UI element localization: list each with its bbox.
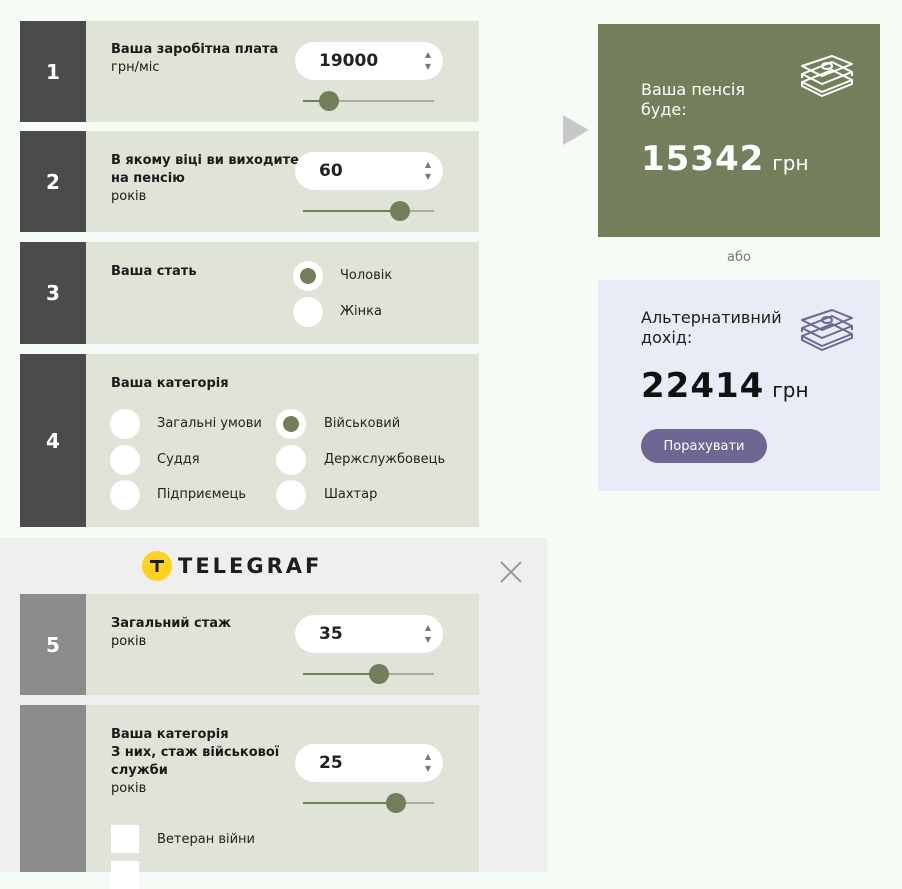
alternative-amount: 22414 грн <box>641 366 809 406</box>
stepper-up-icon[interactable]: ▲ <box>425 751 431 763</box>
military-service-input[interactable]: 25 ▲ ▼ <box>295 744 443 782</box>
gender-female-label[interactable]: Жінка <box>340 303 382 321</box>
category-entrepreneur-label[interactable]: Підприємець <box>157 486 246 504</box>
category-entrepreneur-radio[interactable] <box>110 480 140 510</box>
checkbox-partial[interactable] <box>111 861 139 889</box>
slider-thumb[interactable] <box>386 793 406 813</box>
category-general-radio[interactable] <box>110 409 140 439</box>
retirement-age-stepper[interactable]: ▲ ▼ <box>425 159 431 183</box>
military-label-line3: служби <box>111 763 168 778</box>
salary-label: Ваша заробітна плата <box>111 42 279 57</box>
slider-fill <box>303 802 396 804</box>
calculate-button[interactable]: Порахувати <box>641 429 767 463</box>
pension-label-line2: буде: <box>641 100 687 119</box>
slider-fill <box>303 673 379 675</box>
pension-result-card: Ваша пенсія буде: 15342 грн <box>598 24 880 237</box>
step-number: 2 <box>20 131 86 232</box>
military-service-slider[interactable] <box>303 793 434 813</box>
telegraf-logo-icon <box>142 551 172 581</box>
military-unit-label: років <box>111 781 147 796</box>
experience-stepper[interactable]: ▲ ▼ <box>425 622 431 646</box>
retirement-age-value: 60 <box>319 161 343 181</box>
arrow-right-icon <box>563 115 589 145</box>
step-category-card: 4 Ваша категорія Загальні умови Військов… <box>20 354 479 527</box>
stepper-down-icon[interactable]: ▼ <box>425 763 431 775</box>
category-civil-servant-radio[interactable] <box>276 445 306 475</box>
pension-label-line1: Ваша пенсія <box>641 80 745 99</box>
alternative-label-line2: дохід: <box>641 328 693 347</box>
alternative-value: 22414 <box>641 366 765 406</box>
alternative-label-line1: Альтернативний <box>641 308 782 327</box>
experience-value: 35 <box>319 624 343 644</box>
gender-male-radio[interactable] <box>293 261 323 291</box>
slider-thumb[interactable] <box>319 91 340 111</box>
category-judge-label[interactable]: Суддя <box>157 451 200 469</box>
military-service-stepper[interactable]: ▲ ▼ <box>425 751 431 775</box>
gender-female-radio[interactable] <box>293 297 323 327</box>
category-civil-servant-label[interactable]: Держслужбовець <box>324 451 445 469</box>
salary-value: 19000 <box>319 51 379 71</box>
step-gender-card: 3 Ваша стать Чоловік Жінка <box>20 242 479 344</box>
stepper-up-icon[interactable]: ▲ <box>425 49 431 61</box>
step-military-service-card: Ваша категорія З них, стаж військової сл… <box>20 705 479 889</box>
stepper-down-icon[interactable]: ▼ <box>425 171 431 183</box>
pension-value: 15342 <box>641 139 765 179</box>
alternative-income-card: Альтернативний дохід: 22414 грн Порахуват… <box>598 280 880 491</box>
slider-thumb[interactable] <box>389 201 410 221</box>
step-number: 3 <box>20 242 86 344</box>
telegraf-logo: TELEGRAF <box>142 551 322 581</box>
military-service-value: 25 <box>319 753 343 773</box>
category-military-radio[interactable] <box>276 409 306 439</box>
category-miner-label[interactable]: Шахтар <box>324 486 377 504</box>
experience-unit-label: років <box>111 634 147 649</box>
telegraf-logo-text: TELEGRAF <box>178 554 323 578</box>
step-number: 5 <box>20 594 86 695</box>
military-label-line2: З них, стаж військової <box>111 745 280 760</box>
money-stack-icon <box>801 55 853 97</box>
alternative-currency: грн <box>772 378 809 402</box>
experience-label: Загальний стаж <box>111 616 231 631</box>
step-number: 1 <box>20 21 86 122</box>
pension-amount: 15342 грн <box>641 139 809 179</box>
war-veteran-label[interactable]: Ветеран війни <box>157 831 255 849</box>
category-label: Ваша категорія <box>111 376 229 391</box>
retirement-age-slider[interactable] <box>303 201 434 221</box>
step-experience-card: 5 Загальний стаж років 35 ▲ ▼ <box>20 594 479 695</box>
step-retirement-age-card: 2 В якому віці ви виходите на пенсію рок… <box>20 131 479 232</box>
category-miner-radio[interactable] <box>276 480 306 510</box>
experience-slider[interactable] <box>303 664 434 684</box>
category-military-label[interactable]: Військовий <box>324 415 400 433</box>
stepper-up-icon[interactable]: ▲ <box>425 159 431 171</box>
experience-input[interactable]: 35 ▲ ▼ <box>295 615 443 653</box>
retirement-age-label-line2: на пенсію <box>111 171 185 186</box>
slider-fill <box>303 210 400 212</box>
category-judge-radio[interactable] <box>110 445 140 475</box>
war-veteran-checkbox[interactable] <box>111 825 139 853</box>
or-separator: або <box>727 250 751 265</box>
gender-label: Ваша стать <box>111 264 197 279</box>
money-stack-icon <box>801 309 853 351</box>
step-number-empty <box>20 705 86 872</box>
stepper-up-icon[interactable]: ▲ <box>425 622 431 634</box>
step-salary-card: 1 Ваша заробітна плата грн/міс 19000 ▲ ▼ <box>20 21 479 122</box>
salary-unit-label: грн/міс <box>111 60 160 75</box>
category-general-label[interactable]: Загальні умови <box>157 415 262 433</box>
step-number: 4 <box>20 354 86 527</box>
military-label-line1: Ваша категорія <box>111 727 229 742</box>
gender-male-label[interactable]: Чоловік <box>340 267 392 285</box>
salary-slider[interactable] <box>303 91 434 111</box>
retirement-age-unit-label: років <box>111 189 147 204</box>
stepper-down-icon[interactable]: ▼ <box>425 61 431 73</box>
close-icon[interactable] <box>499 560 523 588</box>
stepper-down-icon[interactable]: ▼ <box>425 634 431 646</box>
pension-currency: грн <box>772 151 809 175</box>
salary-input[interactable]: 19000 ▲ ▼ <box>295 42 443 80</box>
salary-stepper[interactable]: ▲ ▼ <box>425 49 431 73</box>
retirement-age-label-line1: В якому віці ви виходите <box>111 153 299 168</box>
retirement-age-input[interactable]: 60 ▲ ▼ <box>295 152 443 190</box>
slider-thumb[interactable] <box>368 664 389 684</box>
